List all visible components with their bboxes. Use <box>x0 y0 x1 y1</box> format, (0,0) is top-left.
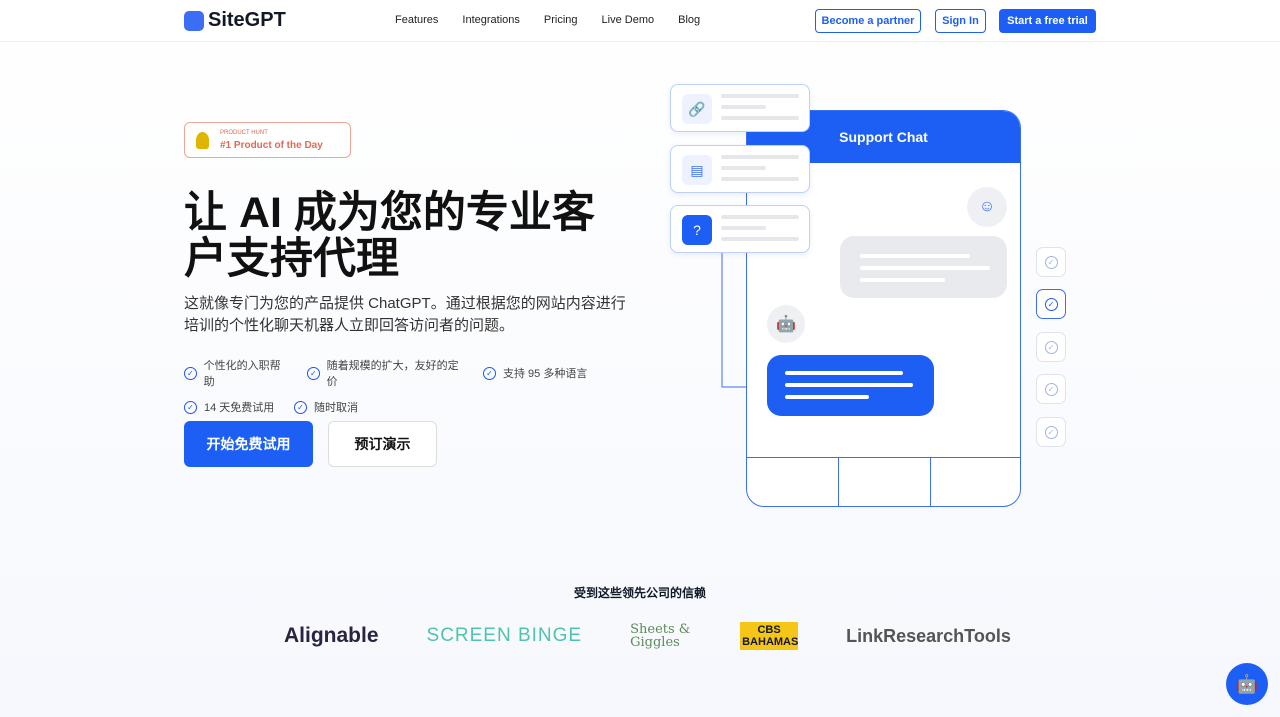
document-icon: ▤ <box>682 155 712 185</box>
logo-screen-binge: SCREEN BINGE <box>426 625 583 646</box>
user-message-bubble <box>840 236 1007 298</box>
side-check: ✓ <box>1036 417 1066 447</box>
robot-icon: 🤖 <box>1235 673 1259 694</box>
trust-title: 受到这些领先公司的信赖 <box>573 586 706 600</box>
logo-sheets-giggles: Sheets & Giggles <box>630 622 691 650</box>
logo-linkresearchtools: LinkResearchTools <box>846 625 1011 646</box>
link-icon: 🔗 <box>682 94 712 124</box>
side-check-active: ✓ <box>1036 289 1066 319</box>
bot-avatar-icon: 🤖 <box>767 305 805 343</box>
help-icon: ? <box>682 215 712 245</box>
chat-widget-button[interactable]: 🤖 <box>1226 663 1268 705</box>
bot-message-bubble <box>767 355 934 416</box>
source-card-help: ? <box>670 205 810 253</box>
logo-cbs-bahamas: CBS BAHAMAS <box>740 622 799 650</box>
connector-lines <box>721 252 766 388</box>
side-check: ✓ <box>1036 374 1066 404</box>
customer-logos: Alignable SCREEN BINGE Sheets & Giggles … <box>284 622 1011 650</box>
user-avatar-icon: ☺ <box>967 187 1007 227</box>
chat-footer <box>747 457 1020 506</box>
source-card-link: 🔗 <box>670 84 810 132</box>
source-card-document: ▤ <box>670 145 810 193</box>
side-check: ✓ <box>1036 332 1066 362</box>
logo-alignable: Alignable <box>284 624 379 647</box>
side-check: ✓ <box>1036 247 1066 277</box>
